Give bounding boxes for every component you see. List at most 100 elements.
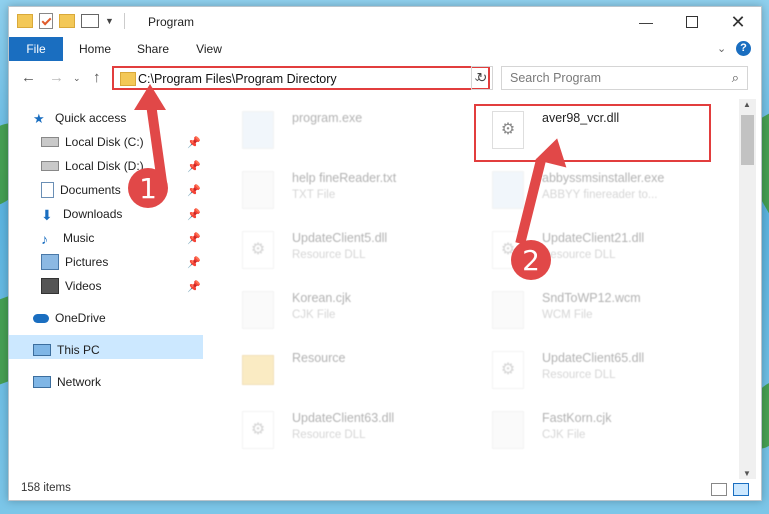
properties-icon[interactable]	[39, 13, 53, 29]
videos-icon	[41, 278, 59, 294]
refresh-button[interactable]: ↻	[471, 66, 493, 90]
maximize-button[interactable]	[669, 7, 715, 37]
new-folder-icon[interactable]	[59, 14, 75, 28]
file-type: Resource DLL	[292, 429, 366, 441]
scroll-up-icon[interactable]: ▲	[743, 100, 751, 109]
minimize-button[interactable]: —	[623, 7, 669, 37]
search-placeholder: Search Program	[510, 71, 602, 85]
scroll-thumb[interactable]	[741, 115, 754, 165]
file-name: UpdateClient21.dll	[542, 231, 645, 245]
close-button[interactable]: ✕	[715, 7, 761, 37]
nav-this-pc[interactable]: This PC	[33, 339, 100, 361]
text-icon	[242, 171, 274, 209]
tab-share[interactable]: Share	[133, 37, 173, 61]
search-box[interactable]: Search Program ⌕	[501, 66, 748, 90]
file-name: help fineReader.txt	[292, 171, 397, 185]
folder-icon	[17, 14, 33, 28]
navigation-pane: ★ Quick access Local Disk (C:) 📌 Local Dis…	[9, 99, 203, 479]
pin-icon[interactable]: 📌	[187, 184, 201, 197]
nav-videos[interactable]: Videos 📌	[41, 275, 201, 297]
maximize-icon	[686, 16, 698, 28]
forward-button[interactable]: →	[49, 69, 64, 86]
step-badge-1: 1	[128, 168, 168, 208]
file-icon	[242, 291, 274, 329]
nav-label: Local Disk (D:)	[65, 159, 144, 173]
pin-icon[interactable]: 📌	[187, 160, 201, 173]
file-name: UpdateClient63.dll	[292, 411, 395, 425]
file-item[interactable]: ⚙ UpdateClient5.dll Resource DLL	[220, 225, 460, 273]
search-icon: ⌕	[731, 70, 739, 85]
recent-locations-icon[interactable]: ⌄	[73, 73, 81, 84]
address-bar-row: ← → ⌄ ↑ C:\Program Files\Program Directo…	[9, 61, 761, 95]
scroll-down-icon[interactable]: ▼	[743, 469, 751, 478]
annotation-arrow-1-head	[134, 84, 166, 110]
details-view-icon[interactable]	[711, 483, 727, 496]
file-name: program.exe	[292, 111, 363, 125]
file-item[interactable]: abbyssmsinstaller.exe ABBYY finereader to…	[470, 165, 710, 213]
explorer-window: ▼ Program — ✕ File Home Share View ⌄ ? ←…	[8, 6, 762, 501]
status-bar: 158 items	[9, 479, 761, 499]
nav-label: OneDrive	[55, 311, 106, 325]
nav-label: Music	[63, 231, 95, 245]
pin-icon[interactable]: 📌	[187, 232, 201, 245]
music-icon: ♪	[41, 231, 48, 247]
file-name: UpdateClient5.dll	[292, 231, 388, 245]
exe-icon	[492, 171, 524, 209]
view-options-icon[interactable]	[81, 14, 99, 28]
nav-pictures[interactable]: Pictures 📌	[41, 251, 201, 273]
chevron-down-icon[interactable]: ▼	[105, 16, 114, 26]
back-button[interactable]: ←	[21, 69, 36, 86]
dll-gear-icon: ⚙	[242, 231, 274, 269]
help-icon[interactable]: ?	[736, 41, 751, 56]
drive-icon	[41, 137, 59, 147]
nav-label: Local Disk (C:)	[65, 135, 144, 149]
nav-onedrive[interactable]: OneDrive	[33, 307, 106, 329]
nav-label: This PC	[57, 343, 100, 357]
network-icon	[33, 376, 51, 388]
nav-music[interactable]: ♪ Music 📌	[41, 227, 201, 249]
title-bar: ▼ Program — ✕	[9, 7, 761, 37]
file-icon	[492, 411, 524, 449]
drive-icon	[41, 161, 59, 171]
file-type: WCM File	[542, 309, 593, 321]
tab-view[interactable]: View	[189, 37, 229, 61]
pin-icon[interactable]: 📌	[187, 136, 201, 149]
file-item[interactable]: ⚙ UpdateClient63.dll Resource DLL	[220, 405, 460, 453]
file-type: Resource DLL	[542, 249, 616, 261]
file-item[interactable]: Korean.cjk CJK File	[220, 285, 460, 333]
pictures-icon	[41, 254, 59, 270]
nav-label: Videos	[65, 279, 102, 293]
file-item[interactable]: ⚙ UpdateClient21.dll Resource DLL	[470, 225, 710, 273]
file-name: Resource	[292, 351, 346, 365]
vertical-scrollbar[interactable]: ▲ ▼	[739, 99, 756, 479]
file-item[interactable]: program.exe	[220, 105, 460, 153]
file-item[interactable]: help fineReader.txt TXT File	[220, 165, 460, 213]
nav-local-disk-d[interactable]: Local Disk (D:) 📌	[41, 155, 201, 177]
download-icon: ⬇	[41, 207, 53, 223]
nav-local-disk-c[interactable]: Local Disk (C:) 📌	[41, 131, 201, 153]
file-type: CJK File	[292, 309, 336, 321]
item-count: 158 items	[21, 482, 71, 494]
file-name: Korean.cjk	[292, 291, 352, 305]
file-item[interactable]: Resource	[220, 345, 460, 393]
file-name: UpdateClient65.dll	[542, 351, 645, 365]
pin-icon[interactable]: 📌	[187, 280, 201, 293]
nav-quick-access[interactable]: ★ Quick access	[33, 107, 126, 129]
pin-icon[interactable]: 📌	[187, 256, 201, 269]
file-item[interactable]: ⚙ UpdateClient65.dll Resource DLL	[470, 345, 710, 393]
quick-access-toolbar: ▼	[17, 13, 125, 29]
large-icons-view-icon[interactable]	[733, 483, 749, 496]
file-name: FastKorn.cjk	[542, 411, 612, 425]
nav-downloads[interactable]: ⬇ Downloads 📌	[41, 203, 201, 225]
pin-icon[interactable]: 📌	[187, 208, 201, 221]
tab-home[interactable]: Home	[75, 37, 115, 61]
address-field[interactable]: C:\Program Files\Program Directory ⌄	[112, 66, 490, 90]
nav-documents[interactable]: Documents 📌	[41, 179, 201, 201]
nav-network[interactable]: Network	[33, 371, 101, 393]
file-item[interactable]: FastKorn.cjk CJK File	[470, 405, 710, 453]
separator	[123, 13, 125, 29]
expand-ribbon-icon[interactable]: ⌄	[717, 42, 726, 55]
file-item[interactable]: SndToWP12.wcm WCM File	[470, 285, 710, 333]
up-button[interactable]: ↑	[93, 69, 101, 86]
nav-label: Documents	[60, 183, 121, 197]
